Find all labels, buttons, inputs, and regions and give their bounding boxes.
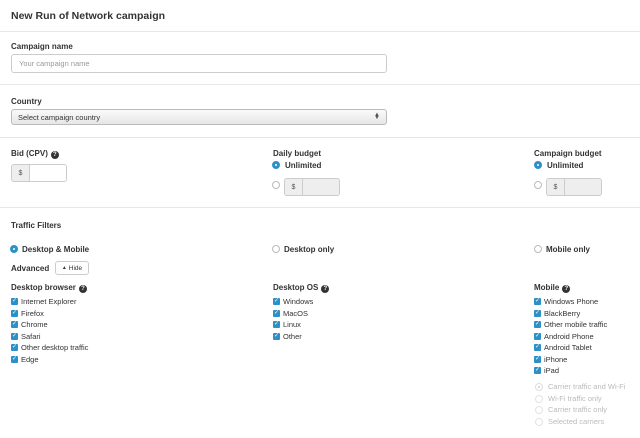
campaign-name-label: Campaign name [11,42,73,51]
option-label: Carrier traffic and Wi-Fi [548,382,626,391]
carrier-only-radio[interactable] [535,406,543,414]
traffic-filters-label: Traffic Filters [11,221,62,230]
option-label: BlackBerry [544,309,581,318]
checkbox-other-desktop-traffic[interactable]: ✓ [11,344,18,351]
divider [0,84,640,85]
daily-budget-label: Daily budget [273,149,322,158]
option-label: MacOS [283,309,309,318]
campaign-budget-input[interactable] [564,178,602,196]
country-select[interactable]: Select campaign country ▲ ▼ [11,109,387,125]
option-label: Selected carriers [548,417,605,426]
currency-addon: $ [11,164,29,182]
checkbox-iphone[interactable]: ✓ [534,356,541,363]
checkbox-windows-phone[interactable]: ✓ [534,298,541,305]
traffic-desktop-only-radio[interactable] [272,245,280,253]
mobile-label: Mobile? [534,283,571,293]
traffic-mobile-only-label: Mobile only [546,245,590,254]
help-icon[interactable]: ? [321,285,330,293]
option-label: Safari [21,332,41,341]
option-label: Carrier traffic only [548,405,608,414]
campaign-budget-unlimited-label: Unlimited [547,161,584,170]
checkbox-android-phone[interactable]: ✓ [534,333,541,340]
checkbox-edge[interactable]: ✓ [11,356,18,363]
checkbox-other-os[interactable]: ✓ [273,333,280,340]
option-label: Android Tablet [544,343,592,352]
option-label: Windows Phone [544,297,599,306]
option-label: Chrome [21,320,48,329]
option-label: Other desktop traffic [21,343,89,352]
campaign-budget-unlimited-radio[interactable] [534,161,542,169]
country-label: Country [11,97,42,106]
option-label: Linux [283,320,301,329]
help-icon[interactable]: ? [562,285,571,293]
wifi-only-radio[interactable] [535,395,543,403]
option-label: iPad [544,366,560,375]
select-arrows-icon: ▲ ▼ [374,112,380,121]
campaign-budget-input-group[interactable]: $ [546,178,602,196]
checkbox-android-tablet[interactable]: ✓ [534,344,541,351]
bid-input[interactable] [29,164,67,182]
option-label: iPhone [544,355,568,364]
option-label: Other mobile traffic [544,320,608,329]
divider [0,207,640,208]
checkbox-other-mobile-traffic[interactable]: ✓ [534,321,541,328]
advanced-label: Advanced [11,264,50,273]
checkbox-internet-explorer[interactable]: ✓ [11,298,18,305]
bid-label: Bid (CPV)? [11,149,59,159]
campaign-budget-label: Campaign budget [534,149,602,158]
option-label: Wi-Fi traffic only [548,394,602,403]
option-label: Firefox [21,309,44,318]
selected-carriers-radio[interactable] [535,418,543,426]
option-label: Other [283,332,302,341]
daily-budget-input-group[interactable]: $ [284,178,340,196]
hide-button-label: Hide [68,264,83,272]
carrier-and-wifi-radio[interactable] [535,383,543,391]
help-icon[interactable]: ? [78,285,87,293]
currency-addon: $ [284,178,302,196]
checkbox-macos[interactable]: ✓ [273,310,280,317]
option-label: Internet Explorer [21,297,77,306]
country-select-value: Select campaign country [18,112,101,122]
checkbox-chrome[interactable]: ✓ [11,321,18,328]
hide-button[interactable]: ▲ Hide [55,261,89,275]
divider [0,31,640,32]
campaign-budget-custom-radio[interactable] [534,181,542,189]
traffic-desktop-mobile-radio[interactable] [10,245,18,253]
checkbox-firefox[interactable]: ✓ [11,310,18,317]
traffic-desktop-mobile-label: Desktop & Mobile [22,245,90,254]
caret-up-icon: ▲ [61,265,67,271]
desktop-browser-label: Desktop browser? [11,283,87,293]
option-label: Windows [283,297,314,306]
desktop-os-label: Desktop OS? [273,283,330,293]
daily-budget-custom-radio[interactable] [272,181,280,189]
help-icon[interactable]: ? [50,151,59,159]
currency-addon: $ [546,178,564,196]
campaign-name-input[interactable]: Your campaign name [11,54,387,73]
page-title: New Run of Network campaign [11,10,166,22]
checkbox-safari[interactable]: ✓ [11,333,18,340]
checkbox-blackberry[interactable]: ✓ [534,310,541,317]
checkbox-ipad[interactable]: ✓ [534,367,541,374]
checkbox-linux[interactable]: ✓ [273,321,280,328]
bid-input-group[interactable]: $ [11,164,67,182]
daily-budget-unlimited-radio[interactable] [272,161,280,169]
daily-budget-input[interactable] [302,178,340,196]
daily-budget-unlimited-label: Unlimited [285,161,322,170]
traffic-desktop-only-label: Desktop only [284,245,335,254]
divider [0,137,640,138]
traffic-mobile-only-radio[interactable] [534,245,542,253]
option-label: Edge [21,355,39,364]
option-label: Android Phone [544,332,594,341]
checkbox-windows[interactable]: ✓ [273,298,280,305]
